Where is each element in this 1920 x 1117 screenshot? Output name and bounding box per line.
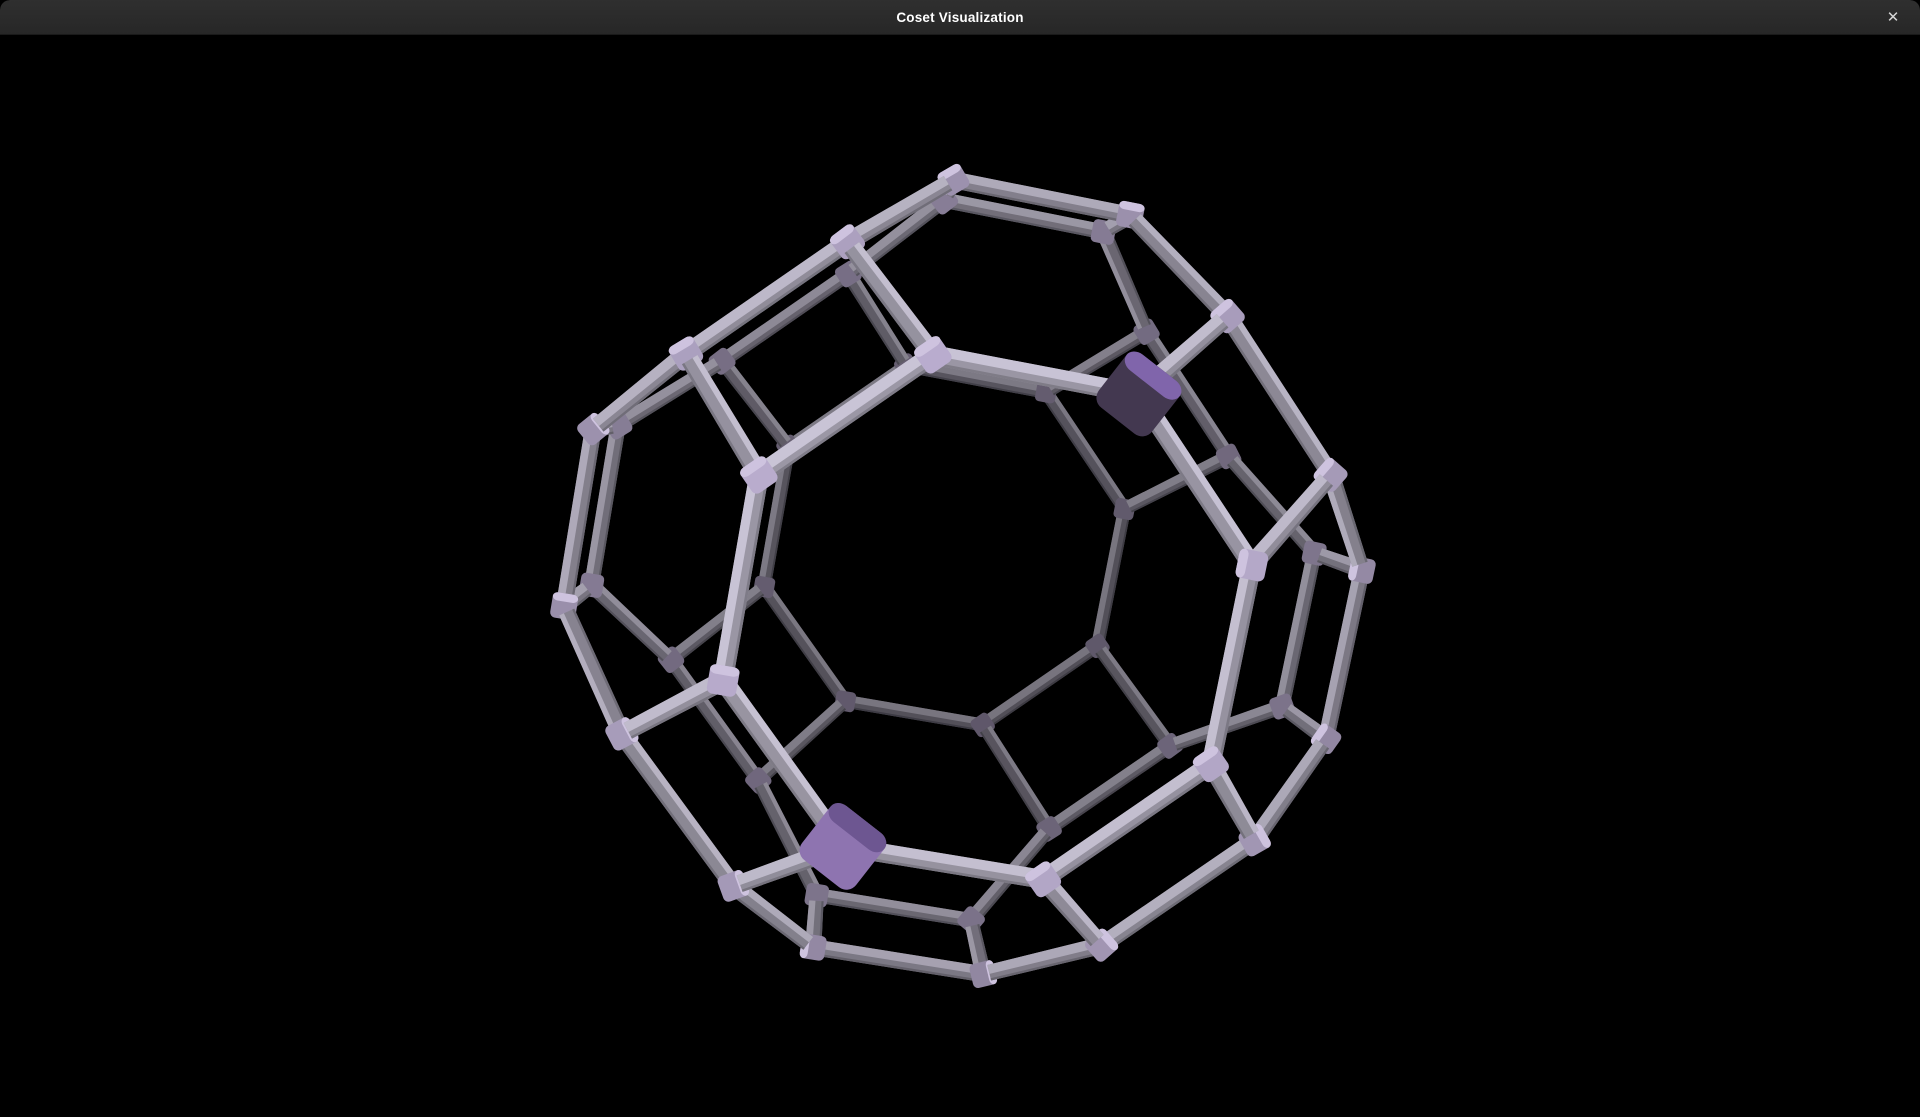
close-button[interactable]: ✕ — [1876, 0, 1910, 34]
edge-tube-highlight — [1234, 317, 1335, 467]
edge-tube-highlight — [769, 587, 848, 696]
edge-tube-shade — [1224, 326, 1322, 475]
close-icon: ✕ — [1887, 8, 1900, 26]
edge-tube — [1129, 214, 1230, 317]
edge-tube-shade — [1111, 849, 1255, 948]
edge-tube-highlight — [740, 883, 814, 942]
edge-tube — [980, 726, 1052, 829]
edge-tube-highlight — [559, 613, 616, 731]
edge-tube — [1095, 646, 1172, 745]
titlebar: Coset Visualization ✕ — [0, 0, 1920, 35]
edge-tube-highlight — [1099, 238, 1142, 329]
vertex-joint[interactable] — [1235, 548, 1270, 583]
edge-tube-highlight — [597, 584, 672, 655]
edge-tube-shade — [572, 609, 627, 726]
app-window: Coset Visualization ✕ — [0, 0, 1920, 1117]
viewport-3d[interactable] — [0, 0, 1920, 1117]
edge-tube-shade — [980, 732, 1042, 829]
edge-tube-shade — [1264, 747, 1330, 840]
edge-tube-shade — [762, 594, 839, 701]
edge-tube-shade — [1095, 653, 1163, 746]
edge-tube-highlight — [983, 643, 1094, 723]
edge-tube-shade — [619, 743, 725, 885]
edge-tube-highlight — [760, 351, 928, 472]
edge-tube-highlight — [628, 734, 736, 879]
edge-tube-shade — [591, 593, 664, 661]
edge-tube — [1224, 317, 1335, 474]
edge-tube-shade — [1056, 753, 1170, 832]
edge-tube — [591, 584, 672, 661]
edge-tube-highlight — [1102, 646, 1172, 740]
edge-tube — [762, 587, 848, 701]
edge-tube-shade — [990, 653, 1098, 728]
coset-wireframe-canvas[interactable] — [0, 0, 1920, 1117]
edge-tube-highlight — [1251, 739, 1323, 835]
edge-tube-highlight — [1102, 837, 1250, 943]
edge-tube — [619, 734, 737, 885]
edge-tube-highlight — [1136, 214, 1229, 310]
edge-tube-shade — [1053, 774, 1210, 883]
edge-tube-shade — [730, 281, 848, 364]
window-title: Coset Visualization — [896, 10, 1023, 25]
edge-tube-shade — [769, 365, 932, 479]
vertex-joint[interactable] — [706, 663, 740, 697]
edge-tube-shade — [696, 251, 847, 357]
edge-tube-shade — [1044, 399, 1118, 508]
edge-tube-highlight — [987, 726, 1052, 824]
edge-tube-shade — [1129, 224, 1219, 318]
